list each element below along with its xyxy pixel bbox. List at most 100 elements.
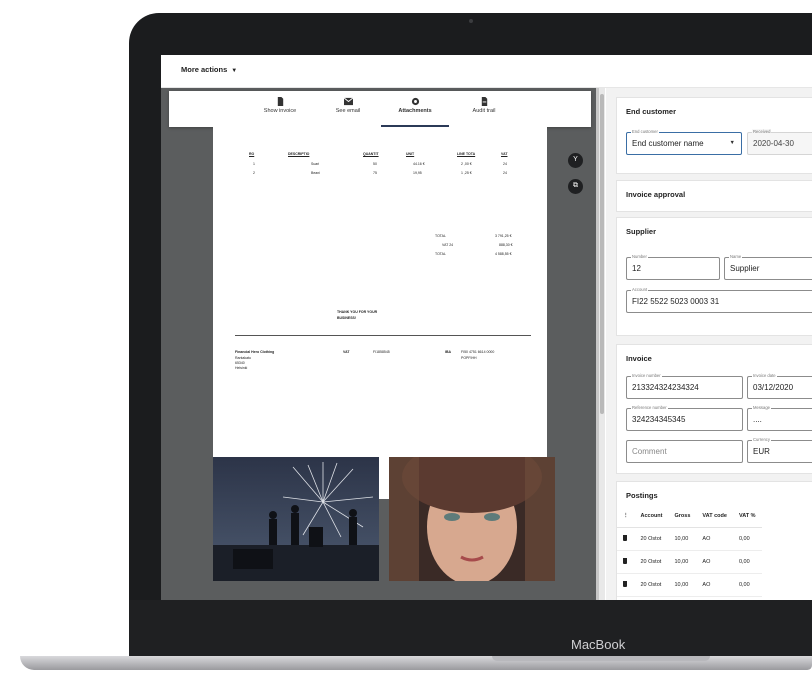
invoice-document: RO DESCRIPTIO QUANTIT UNIT LINE TOTA VAT… [213,127,547,499]
field-legend: Invoice date [752,373,777,378]
postings-table: ⋮ Account Gross VAT code VAT % 20 Ostot … [617,505,762,597]
laptop-chin [129,600,812,656]
open-external-icon: ⧉ [573,182,578,189]
device-brand-label: MacBook [571,637,626,652]
portrait-photo [389,457,555,581]
doc-address: 65340 [235,361,245,365]
form-scrollbar[interactable] [599,88,605,600]
laptop-notch [492,656,710,661]
table-cell: 10,00 [668,573,697,597]
doc-cell: 1 ,25 € [461,171,472,175]
table-cell: 20 Ostot [634,527,669,551]
doc-total-label: TOTAL [435,252,446,256]
doc-cell: Suari [311,162,320,166]
field-legend: Currency [752,437,771,442]
trash-icon[interactable] [623,535,627,541]
table-row[interactable]: 20 Ostot 10,00 AO 0,00 [617,527,762,551]
table-cell: 20 Ostot [634,550,669,574]
tab-label: Audit trail [472,108,496,114]
table-cell: 10,00 [668,550,697,574]
row-menu-icon[interactable]: ⋮ [617,505,635,528]
form-scroll-thumb[interactable] [600,94,604,414]
fireworks-photo [213,457,379,581]
split-button[interactable]: Y [568,153,583,168]
invoice-form-panel: End customer End customer End customer n… [606,88,812,600]
tab-show-invoice[interactable]: Show invoice [249,91,311,127]
doc-total-value: 888,30 € [499,243,513,247]
column-header[interactable]: Account [634,505,669,528]
supplier-card: Supplier Number 12 Name Supplier Account… [616,217,812,336]
col-header: RO [249,152,255,156]
doc-cell: 50 [373,162,377,166]
doc-thanks: THANK YOU FOR YOUR [337,310,378,314]
end-customer-dropdown[interactable]: End customer End customer name ▼ [626,129,742,155]
field-value: 324234345345 [632,415,686,424]
doc-cell: 24 [503,162,507,166]
invoice-number-field[interactable]: Invoice number 213324324234324 [626,373,743,399]
currency-field[interactable]: Currency EUR [747,437,812,463]
more-actions-label: More actions [181,65,228,74]
field-value: EUR [753,447,770,456]
field-value: FI22 5522 5023 0003 31 [632,297,720,306]
table-header-row: ⋮ Account Gross VAT code VAT % [617,505,762,528]
doc-divider [235,335,531,336]
chevron-down-icon: ▼ [729,140,735,146]
doc-total-value: 4 588,55 € [495,252,512,256]
doc-thanks: BUSINESS! [337,316,357,320]
trash-icon[interactable] [623,581,627,587]
field-legend: Received [752,129,772,134]
field-legend: Message [752,405,771,410]
tab-label: Attachments [398,108,432,114]
postings-title: Postings [626,491,658,500]
more-actions-button[interactable]: More actions ▼ [181,65,237,74]
table-cell: AO [696,550,733,574]
doc-cell: 2 [253,171,255,175]
supplier-account-field[interactable]: Account FI22 5522 5023 0003 31 [626,287,812,313]
field-value: End customer name [632,139,704,148]
field-value: .... [753,415,762,424]
postings-card: Postings ⋮ Account Gross VAT code VAT % … [616,481,812,600]
field-legend: Invoice number [631,373,662,378]
field-legend: Account [631,287,649,292]
column-header[interactable]: Gross [668,505,697,528]
tab-see-email[interactable]: See email [317,91,379,127]
field-value: 03/12/2020 [753,383,794,392]
table-row[interactable]: 20 Ostot 10,00 AO 0,00 [617,550,762,574]
field-value: 12 [632,264,641,273]
field-value: 2020-04-30 [753,139,794,148]
invoice-date-field[interactable]: Invoice date 03/12/2020 [747,373,812,399]
invoice-card: Invoice Invoice number 213324324234324 I… [616,344,812,474]
doc-cell: Beani [311,171,320,175]
column-header[interactable]: VAT code [696,505,733,528]
doc-address: Rantakatu [235,356,251,360]
doc-address: Helsinki [235,366,248,370]
col-header: DESCRIPTIO [288,152,310,156]
supplier-number-field[interactable]: Number 12 [626,254,720,280]
tab-audit-trail[interactable]: Audit trail [453,91,515,127]
field-value: Supplier [730,264,760,273]
doc-iban-value: FI50 4751 6614 0000 [461,350,495,354]
supplier-name-field[interactable]: Name Supplier [724,254,812,280]
table-cell: AO [696,527,733,551]
doc-total-label: VAT 24 [442,243,454,247]
doc-cell: 19,95 [413,171,422,175]
field-legend: Number [631,254,648,259]
received-field[interactable]: Received 2020-04-30 [747,129,812,155]
col-header: QUANTIT [363,152,379,156]
top-toolbar: More actions ▼ [161,55,812,88]
invoice-approval-card[interactable]: Invoice approval [616,180,812,212]
camera-icon [469,19,473,23]
tab-attachments[interactable]: Attachments [381,91,449,127]
end-customer-title: End customer [626,107,677,116]
trash-icon[interactable] [623,558,627,564]
chevron-down-icon: ▼ [231,68,238,74]
open-external-button[interactable]: ⧉ [568,179,583,194]
table-row[interactable]: 20 Ostot 10,00 AO 0,00 [617,573,762,597]
reference-number-field[interactable]: Reference number 324234345345 [626,405,743,431]
tab-label: See email [335,108,361,114]
doc-cell: 2 ,00 € [461,162,472,166]
column-header[interactable]: VAT % [732,505,762,528]
comment-field[interactable]: Comment [626,440,743,463]
doc-company: Financial Hero Clothing [235,350,275,354]
message-field[interactable]: Message .... [747,405,812,431]
